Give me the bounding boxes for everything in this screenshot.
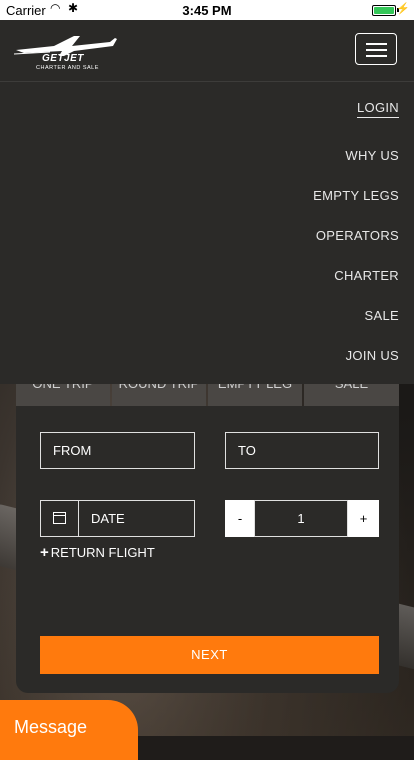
site-header: GETJET CHARTER AND SALE: [0, 20, 414, 82]
hamburger-menu-button[interactable]: [355, 33, 397, 65]
clock: 3:45 PM: [182, 3, 232, 18]
nav-item-login[interactable]: LOGIN: [357, 100, 399, 118]
plus-icon: +: [40, 544, 49, 561]
tab-empty-leg[interactable]: EMPTY LEG: [208, 384, 302, 406]
to-placeholder: TO: [238, 443, 256, 458]
calendar-icon: [53, 512, 66, 524]
calendar-button[interactable]: [40, 500, 79, 537]
trip-type-tabs: ONE TRIP ROUND TRIP EMPTY LEG SALE: [16, 384, 399, 406]
message-button[interactable]: Message: [0, 700, 138, 760]
menu-line-icon: [366, 49, 387, 51]
decrease-passengers-button[interactable]: -: [225, 500, 255, 537]
to-field[interactable]: TO: [225, 432, 379, 469]
dropdown-nav: LOGIN WHY US EMPTY LEGS OPERATORS CHARTE…: [0, 82, 414, 384]
getjet-logo[interactable]: GETJET CHARTER AND SALE: [14, 32, 118, 76]
status-bar: Carrier ◠ ✱ 3:45 PM ⚡: [0, 0, 414, 20]
tab-sale[interactable]: SALE: [304, 384, 399, 406]
return-flight-label: RETURN FLIGHT: [50, 545, 155, 560]
nav-item-charter[interactable]: CHARTER: [334, 268, 399, 283]
nav-item-empty-legs[interactable]: EMPTY LEGS: [313, 188, 399, 203]
battery-icon: [372, 5, 396, 16]
menu-line-icon: [366, 43, 387, 45]
return-flight-toggle[interactable]: + RETURN FLIGHT: [40, 544, 155, 561]
nav-item-operators[interactable]: OPERATORS: [316, 228, 399, 243]
menu-line-icon: [366, 55, 387, 57]
passenger-count-field[interactable]: 1: [254, 500, 348, 537]
next-button[interactable]: NEXT: [40, 636, 379, 674]
nav-item-why-us[interactable]: WHY US: [345, 148, 399, 163]
from-field[interactable]: FROM: [40, 432, 195, 469]
tab-one-trip[interactable]: ONE TRIP: [16, 384, 110, 406]
message-label: Message: [14, 717, 88, 737]
nav-item-sale[interactable]: SALE: [365, 308, 399, 323]
date-placeholder: DATE: [91, 511, 125, 526]
passenger-count-value: 1: [297, 511, 305, 526]
tab-round-trip[interactable]: ROUND TRIP: [112, 384, 206, 406]
date-field[interactable]: DATE: [78, 500, 195, 537]
charging-icon: ⚡: [396, 3, 410, 15]
nav-item-join-us[interactable]: JOIN US: [346, 348, 399, 363]
logo-brand: GETJET: [42, 53, 84, 64]
logo-tagline: CHARTER AND SALE: [36, 65, 99, 71]
from-placeholder: FROM: [53, 443, 92, 458]
increase-passengers-button[interactable]: +: [348, 500, 379, 537]
